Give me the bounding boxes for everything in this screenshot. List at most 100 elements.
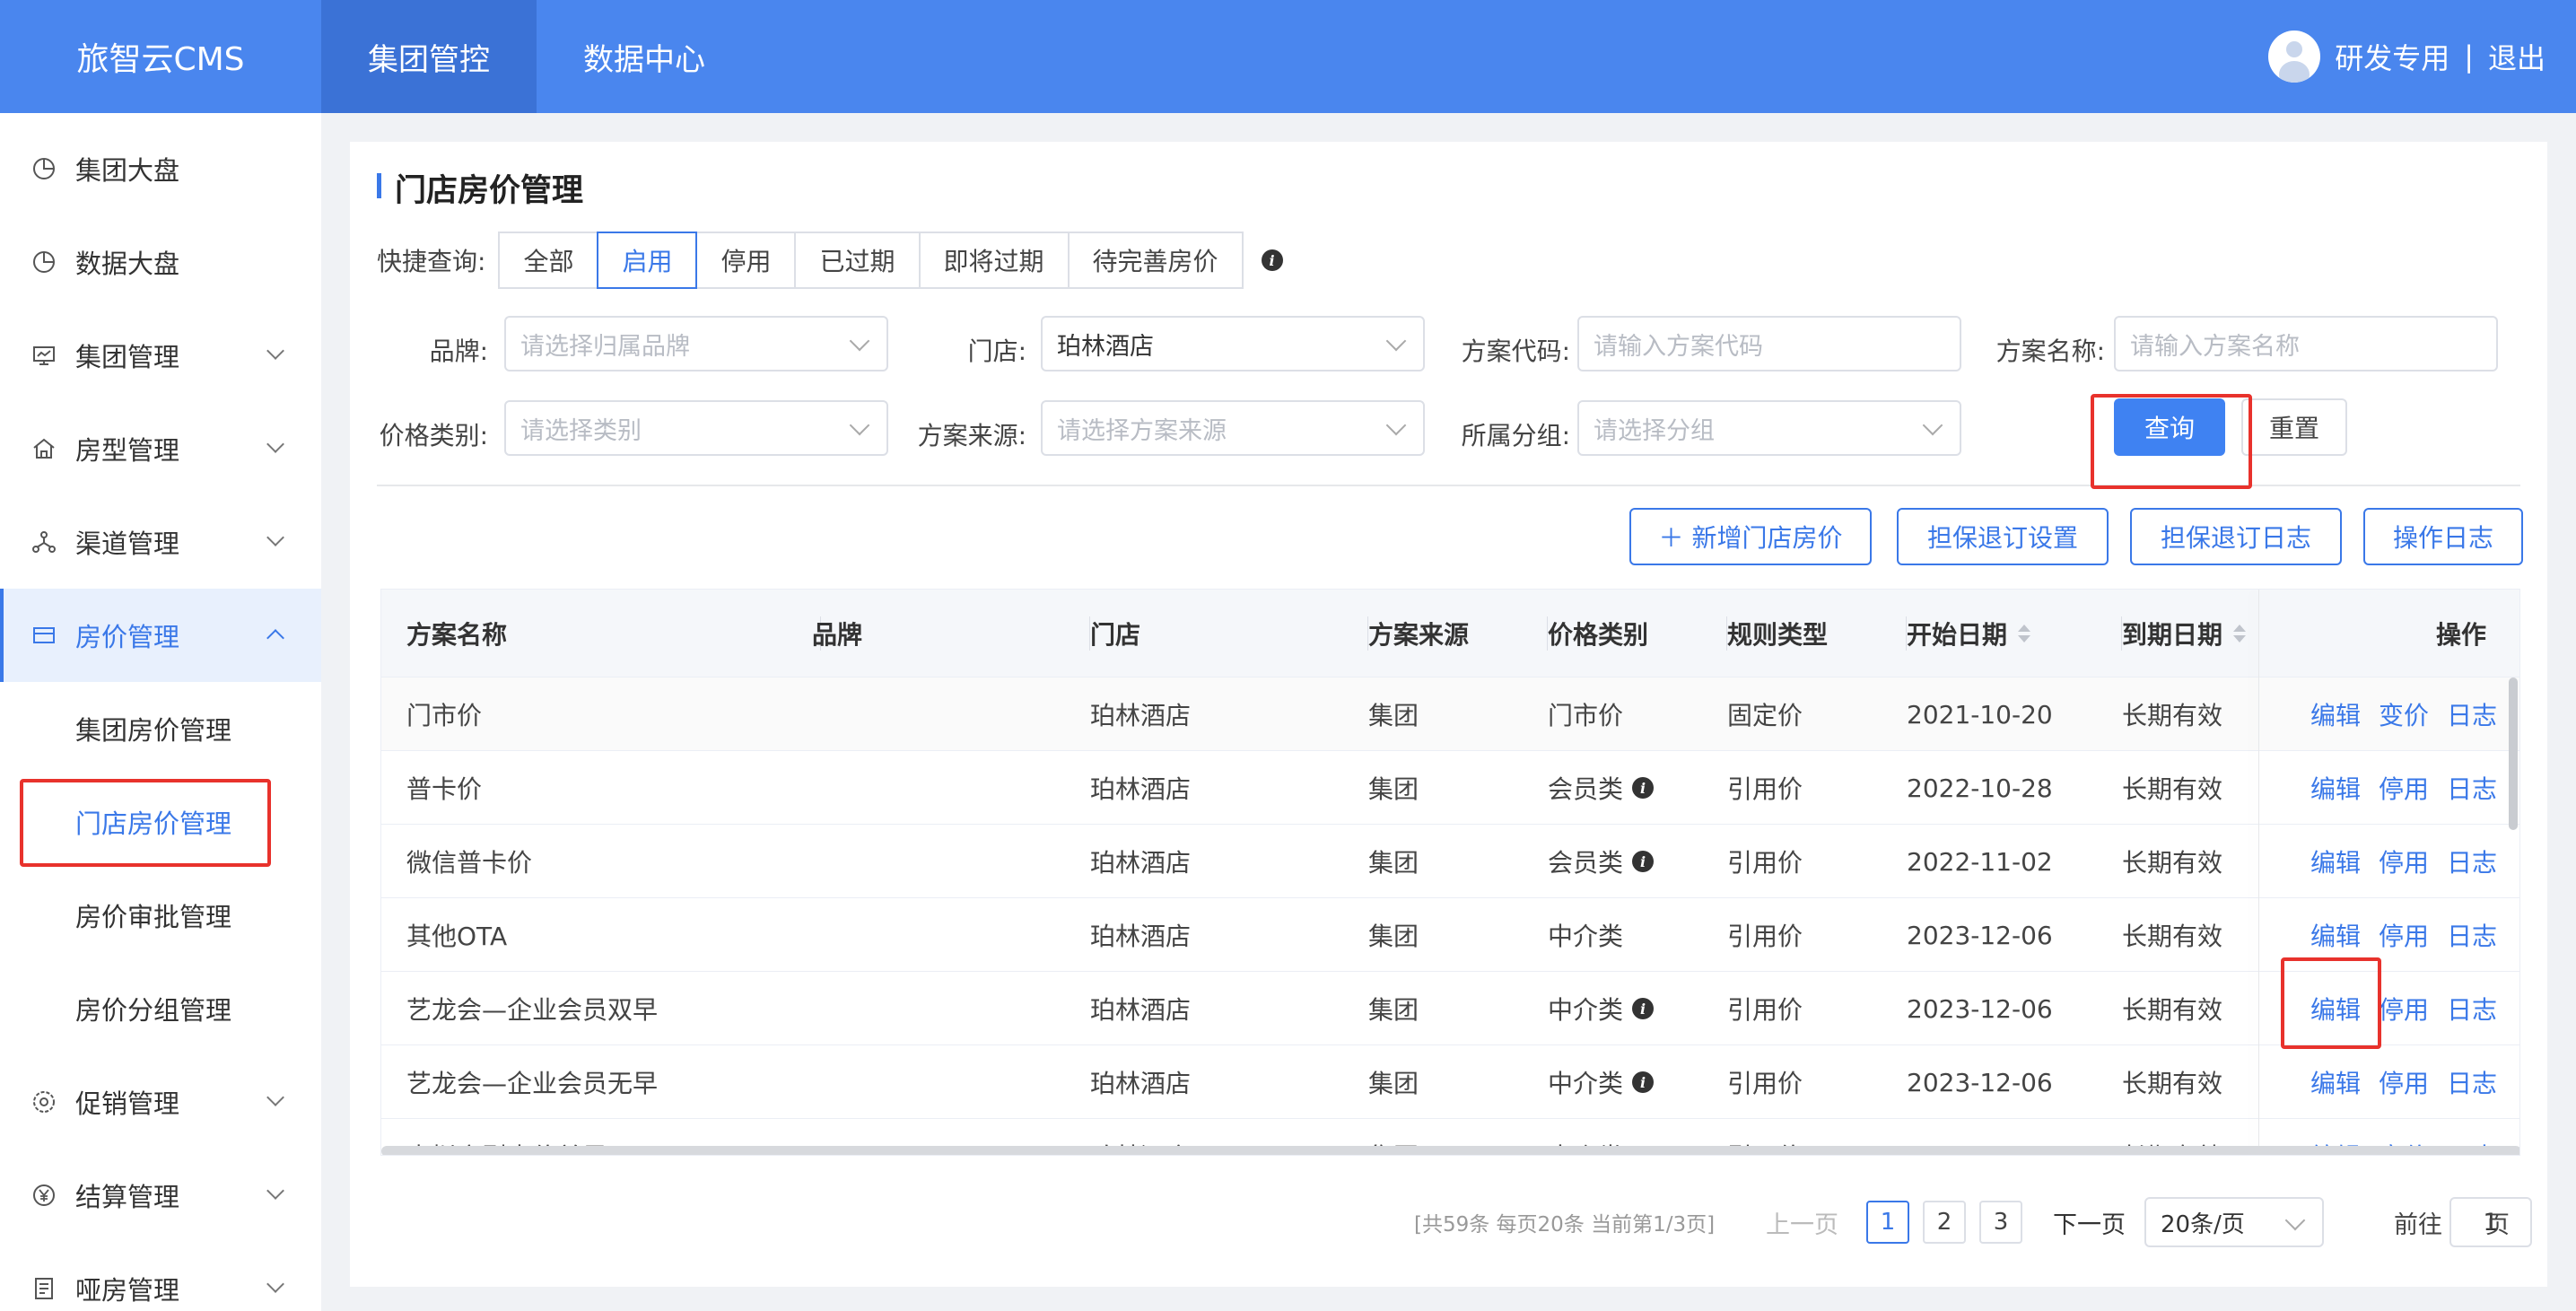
page-size-select[interactable]: 20条/页: [2144, 1197, 2324, 1247]
reset-button[interactable]: 重置: [2241, 398, 2347, 456]
sidebar-item-label: 集团大盘: [75, 155, 180, 186]
horizontal-scrollbar[interactable]: [381, 1146, 2519, 1155]
sidebar-item-price-management[interactable]: 房价管理: [0, 589, 321, 682]
quick-option-enabled[interactable]: 启用: [597, 232, 698, 289]
edit-link[interactable]: 编辑: [2310, 991, 2361, 1027]
disable-link[interactable]: 停用: [2379, 991, 2429, 1027]
logout-link[interactable]: 退出: [2488, 36, 2545, 77]
home-icon: [31, 435, 57, 462]
page-3-button[interactable]: 3: [1979, 1201, 2022, 1244]
network-icon: [31, 529, 57, 555]
plan-name-input[interactable]: 请输入方案名称: [2114, 316, 2498, 371]
info-icon[interactable]: i: [1632, 851, 1655, 872]
plan-name-placeholder: 请输入方案名称: [2130, 332, 2300, 361]
change-price-link[interactable]: 变价: [2379, 696, 2429, 732]
sidebar-item-channel[interactable]: 渠道管理: [0, 495, 321, 589]
log-link[interactable]: 日志: [2447, 843, 2497, 879]
vertical-scrollbar[interactable]: [2509, 677, 2518, 830]
table-row: 艺龙会—企业会员无早 珀林酒店 集团 中介类 i 引用价 2023-12-06 长期有效 编辑停…: [381, 1045, 2519, 1119]
sidebar-item-group-dashboard[interactable]: 集团大盘: [0, 122, 321, 215]
sidebar-item-settlement[interactable]: 结算管理: [0, 1149, 321, 1242]
group-select[interactable]: 请选择分组: [1577, 400, 1961, 456]
cell-start-date: 2022-11-02: [1907, 846, 2053, 877]
sidebar-subitem-group-price[interactable]: 集团房价管理: [0, 682, 321, 775]
col-end-date[interactable]: 到期日期: [2122, 590, 2266, 677]
brand-select[interactable]: 请选择归属品牌: [504, 316, 888, 371]
col-store: 门店: [1090, 590, 1368, 677]
chevron-down-icon: [849, 415, 870, 436]
add-store-price-button[interactable]: ＋ 新增门店房价: [1629, 508, 1872, 565]
edit-link[interactable]: 编辑: [2310, 1064, 2361, 1100]
top-header: 旅智云CMS 集团管控 数据中心 研发专用 | 退出: [0, 0, 2576, 113]
log-link[interactable]: 日志: [2447, 991, 2497, 1027]
sidebar-item-label: 结算管理: [75, 1182, 180, 1212]
info-icon[interactable]: i: [1632, 998, 1655, 1019]
user-name[interactable]: 研发专用: [2335, 36, 2449, 77]
plan-code-placeholder: 请输入方案代码: [1594, 332, 1763, 361]
app-logo[interactable]: 旅智云CMS: [0, 0, 321, 113]
quick-option-disabled[interactable]: 停用: [695, 232, 797, 289]
edit-link[interactable]: 编辑: [2310, 917, 2361, 953]
col-start-date[interactable]: 开始日期: [1907, 590, 2122, 677]
disable-link[interactable]: 停用: [2379, 843, 2429, 879]
chevron-down-icon: [266, 342, 284, 360]
info-icon[interactable]: i: [1261, 249, 1283, 271]
cell-category: 中介类 i: [1548, 972, 1655, 1045]
sidebar-item-group-management[interactable]: 集团管理: [0, 309, 321, 402]
tab-group-control[interactable]: 集团管控: [321, 0, 537, 113]
log-link[interactable]: 日志: [2447, 696, 2497, 732]
disable-link[interactable]: 停用: [2379, 917, 2429, 953]
edit-link[interactable]: 编辑: [2310, 843, 2361, 879]
store-select[interactable]: 珀林酒店: [1041, 316, 1425, 371]
plan-source-select[interactable]: 请选择方案来源: [1041, 400, 1425, 456]
tab-data-center[interactable]: 数据中心: [537, 0, 752, 113]
avatar[interactable]: [2268, 31, 2321, 83]
operation-log-button[interactable]: 操作日志: [2363, 508, 2523, 565]
log-link[interactable]: 日志: [2447, 917, 2497, 953]
next-page-button[interactable]: 下一页: [2053, 1201, 2126, 1244]
brand-label: 品牌:: [429, 336, 488, 366]
plan-code-input[interactable]: 请输入方案代码: [1577, 316, 1961, 371]
top-nav: 集团管控 数据中心: [321, 0, 752, 113]
edit-link[interactable]: 编辑: [2310, 770, 2361, 806]
cell-end-date: 长期有效: [2122, 922, 2223, 951]
cell-end-date: 长期有效: [2122, 848, 2223, 878]
cell-source: 集团: [1368, 1069, 1419, 1098]
disable-link[interactable]: 停用: [2379, 1064, 2429, 1100]
disable-link[interactable]: 停用: [2379, 770, 2429, 806]
sidebar-item-room-type[interactable]: 房型管理: [0, 402, 321, 495]
sidebar-item-label: 渠道管理: [75, 529, 180, 559]
chevron-down-icon: [849, 330, 870, 352]
sidebar-item-label: 集团管理: [75, 342, 180, 372]
sort-icon[interactable]: [2233, 625, 2247, 642]
divider: [377, 485, 2520, 486]
guarantee-settings-button[interactable]: 担保退订设置: [1897, 508, 2109, 565]
store-value: 珀林酒店: [1057, 332, 1154, 361]
page-1-button[interactable]: 1: [1866, 1201, 1909, 1244]
sidebar-item-promotion[interactable]: 促销管理: [0, 1055, 321, 1149]
log-link[interactable]: 日志: [2447, 1064, 2497, 1100]
quick-option-expiring[interactable]: 即将过期: [918, 232, 1070, 289]
quick-query-label: 快捷查询:: [377, 247, 486, 276]
sidebar-item-dummy-room[interactable]: 哑房管理: [0, 1242, 321, 1311]
info-icon[interactable]: i: [1632, 777, 1655, 799]
chevron-down-icon: [266, 1182, 284, 1200]
guarantee-log-button[interactable]: 担保退订日志: [2130, 508, 2342, 565]
page-2-button[interactable]: 2: [1923, 1201, 1966, 1244]
sidebar-subitem-price-group[interactable]: 房价分组管理: [0, 962, 321, 1055]
price-type-placeholder: 请选择类别: [520, 416, 642, 445]
sidebar-item-data-dashboard[interactable]: 数据大盘: [0, 215, 321, 309]
info-icon[interactable]: i: [1632, 1071, 1655, 1093]
edit-link[interactable]: 编辑: [2310, 696, 2361, 732]
sidebar-subitem-store-price[interactable]: 门店房价管理: [0, 775, 321, 869]
sidebar-subitem-price-approval[interactable]: 房价审批管理: [0, 869, 321, 962]
query-button[interactable]: 查询: [2114, 398, 2225, 456]
prev-page-button[interactable]: 上一页: [1766, 1201, 1838, 1244]
log-link[interactable]: 日志: [2447, 770, 2497, 806]
quick-option-all[interactable]: 全部: [498, 232, 599, 289]
price-type-select[interactable]: 请选择类别: [504, 400, 888, 456]
quick-option-expired[interactable]: 已过期: [794, 232, 921, 289]
quick-option-incomplete[interactable]: 待完善房价: [1067, 232, 1244, 289]
cell-plan-name: 其他OTA: [406, 922, 508, 951]
sort-icon[interactable]: [2018, 625, 2031, 642]
